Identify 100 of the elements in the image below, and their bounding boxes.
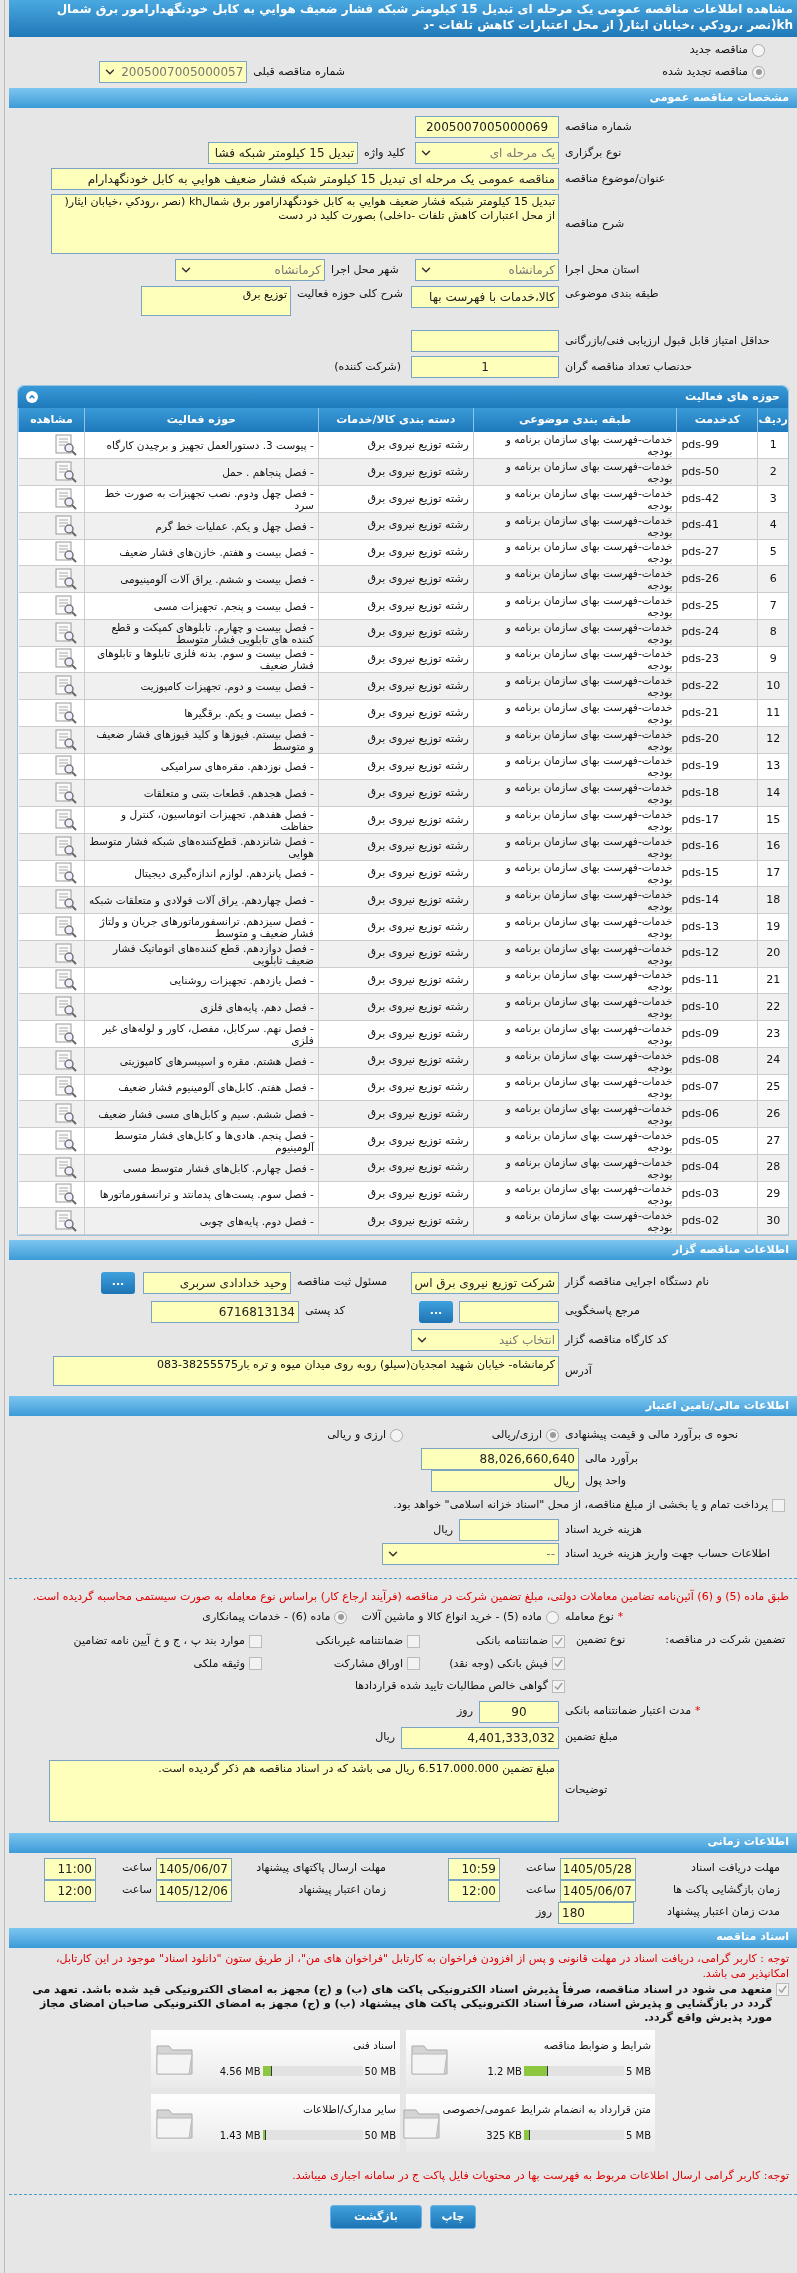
text-area[interactable]: تبدیل 15 کیلومتر شبکه فشار ضعیف هوایي به کابل خودنگهدارامور برق شمالkh (نصر ،رودکي ،خیابان ایثار( از محل اعتبارات کاهش تلفات -داخلی) بصورت کلید در دست <box>51 194 559 254</box>
text-field[interactable]: 1405/05/28 <box>560 1857 636 1880</box>
radio-button[interactable] <box>546 1610 559 1624</box>
text-field[interactable]: ریال <box>431 1470 579 1492</box>
magnifier-document-icon[interactable] <box>53 996 78 1019</box>
table-cell: - فصل هفتم. کابل‌های آلومینیوم فشار ضعیف <box>84 1074 319 1101</box>
text-field[interactable] <box>411 330 559 352</box>
browse-button[interactable]: ... <box>419 1300 453 1323</box>
text-field[interactable]: 4,401,333,032 <box>401 1726 559 1749</box>
table-cell: 7 <box>757 592 788 620</box>
text-field[interactable]: 1405/12/06 <box>156 1879 232 1902</box>
magnifier-document-icon[interactable] <box>53 675 78 698</box>
magnifier-document-icon[interactable] <box>53 461 78 484</box>
radio-button[interactable] <box>334 1610 348 1624</box>
checkbox[interactable] <box>776 1982 789 1996</box>
text-field[interactable]: 12:00 <box>448 1879 500 1902</box>
text-field[interactable] <box>459 1300 559 1323</box>
text-field[interactable]: 10:59 <box>448 1857 500 1880</box>
magnifier-document-icon[interactable] <box>53 1129 78 1152</box>
field-label: نام دستگاه اجرایی مناقصه گزار <box>565 1274 709 1291</box>
checkbox[interactable] <box>407 1634 420 1648</box>
dropdown[interactable]: کرمانشاه <box>415 259 559 281</box>
text-field[interactable]: مناقصه عمومی یک مرحله ای تبدیل 15 کیلومتر شبکه فشار ضعیف هوایي به کابل خودنگهدارام <box>51 168 559 190</box>
magnifier-document-icon[interactable] <box>53 541 78 564</box>
field-label: مهلت دریافت اسناد <box>691 1860 780 1877</box>
radio-button[interactable] <box>546 1428 559 1442</box>
magnifier-document-icon[interactable] <box>53 1022 78 1045</box>
magnifier-document-icon[interactable] <box>53 648 78 671</box>
browse-button[interactable]: ... <box>101 1271 135 1294</box>
magnifier-document-icon[interactable] <box>53 1183 78 1206</box>
checkbox[interactable] <box>249 1657 262 1671</box>
text-area[interactable]: مبلغ تضمین 6.517.000.000 ریال می باشد که در اسناد مناقصه هم ذکر گردیده است. <box>49 1759 559 1822</box>
dropdown[interactable]: یک مرحله ای <box>415 142 559 164</box>
table-cell: 23 <box>757 1020 788 1048</box>
text-area[interactable]: توزیع برق <box>141 286 291 316</box>
text-field[interactable]: شرکت توزیع نیروی برق اس <box>411 1271 559 1294</box>
magnifier-document-icon[interactable] <box>53 915 78 938</box>
text-field[interactable]: 6716813134 <box>151 1300 299 1323</box>
text-field[interactable]: 2005007005000069 <box>415 116 559 138</box>
notice-text: طبق ماده (5) و (6) آئین‌نامه تضامین معاملات دولتی، مبلغ تضمین شرکت در مناقصه (فرآیند ارجاع کار) براساس نوع معامله به صورت سیستمی محاسبه گردیده است. <box>31 1589 790 1605</box>
text-field[interactable]: 1 <box>411 356 559 378</box>
action-button[interactable]: چاپ <box>430 2205 476 2229</box>
magnifier-document-icon[interactable] <box>53 1156 78 1179</box>
magnifier-document-icon[interactable] <box>53 1049 78 1072</box>
text-field[interactable]: تبدیل 15 کیلومتر شبکه فشا <box>208 142 359 164</box>
table-cell: - فصل سیزدهم. ترانسفورماتورهای جریان و ولتاژ فشار ضعیف و متوسط <box>84 913 319 941</box>
text-field[interactable]: کالا،خدمات با فهرست بها <box>411 286 559 308</box>
magnifier-document-icon[interactable] <box>53 755 78 778</box>
text-field[interactable]: 12:00 <box>44 1879 96 1902</box>
checkbox[interactable] <box>407 1657 420 1671</box>
text-field[interactable]: 90 <box>479 1700 559 1723</box>
magnifier-document-icon[interactable] <box>53 568 78 591</box>
magnifier-document-icon[interactable] <box>53 1210 78 1233</box>
magnifier-document-icon[interactable] <box>53 942 78 965</box>
table-cell: خدمات-فهرست بهای سازمان برنامه و بودجه <box>473 458 677 486</box>
checkbox[interactable] <box>552 1634 565 1648</box>
magnifier-document-icon[interactable] <box>53 969 78 992</box>
table-cell: pds-15 <box>676 860 758 887</box>
magnifier-document-icon[interactable] <box>53 701 78 724</box>
checkbox[interactable] <box>552 1679 565 1693</box>
table-cell: - فصل سوم. پست‌های پدمانتد و ترانسفورماتورها <box>84 1181 319 1208</box>
magnifier-document-icon[interactable] <box>53 1076 78 1099</box>
radio-button[interactable] <box>752 43 765 57</box>
radio-button[interactable] <box>390 1428 403 1442</box>
magnifier-document-icon[interactable] <box>53 808 78 831</box>
checkbox[interactable] <box>249 1634 262 1648</box>
text-field[interactable]: 180 <box>558 1901 634 1924</box>
text-field[interactable]: 11:00 <box>44 1857 96 1880</box>
magnifier-document-icon[interactable] <box>53 434 78 457</box>
time-label: ساعت <box>122 1860 152 1877</box>
magnifier-document-icon[interactable] <box>53 835 78 858</box>
magnifier-document-icon[interactable] <box>53 514 78 537</box>
dropdown[interactable]: کرمانشاه <box>175 259 325 281</box>
magnifier-document-icon[interactable] <box>53 621 78 644</box>
dropdown[interactable]: -- <box>382 1543 559 1565</box>
text-field[interactable]: 88,026,660,640 <box>421 1448 579 1470</box>
magnifier-document-icon[interactable] <box>53 889 78 912</box>
magnifier-document-icon[interactable] <box>53 862 78 885</box>
magnifier-document-icon[interactable] <box>53 782 78 805</box>
radio-button[interactable] <box>752 65 765 79</box>
text-field[interactable]: 1405/06/07 <box>560 1879 636 1902</box>
page-title: مشاهده اطلاعات مناقصه عمومی یک مرحله ای تبدیل 15 کیلومتر شبکه فشار ضعیف هوایي به کابل خودنگهدارامور برق شمال kh(نصر ،رودکي ،خیابان ایثار( از محل اعتبارات کاهش تلفات -د <box>9 0 797 37</box>
table-cell: خدمات-فهرست بهای سازمان برنامه و بودجه <box>473 485 677 513</box>
dropdown[interactable]: انتخاب کنید <box>411 1329 559 1351</box>
checkbox[interactable] <box>552 1657 565 1671</box>
dropdown[interactable]: 2005007005000057 <box>99 61 248 83</box>
text-area[interactable]: کرمانشاه- خیابان شهید امجدیان(سیلو) روبه روی میدان میوه و تره بار38255575-083 <box>53 1356 559 1386</box>
magnifier-document-icon[interactable] <box>53 1103 78 1126</box>
checkbox[interactable] <box>772 1498 785 1512</box>
magnifier-document-icon[interactable] <box>53 594 78 617</box>
magnifier-document-icon[interactable] <box>53 487 78 510</box>
text-field[interactable]: وحید خدادادی سربری <box>143 1271 291 1294</box>
checkbox-label: ضمانتنامه بانکی <box>475 1633 548 1649</box>
section-header: مشخصات مناقصه عمومی <box>9 88 797 108</box>
action-button[interactable]: بازگشت <box>330 2205 422 2229</box>
magnifier-document-icon[interactable] <box>53 728 78 751</box>
table-cell: - فصل هشتم. مقره و اسپیسرهای کامپوزیتی <box>84 1047 319 1074</box>
collapse-icon[interactable] <box>26 391 38 403</box>
text-field[interactable] <box>459 1519 559 1541</box>
text-field[interactable]: 1405/06/07 <box>156 1857 232 1880</box>
